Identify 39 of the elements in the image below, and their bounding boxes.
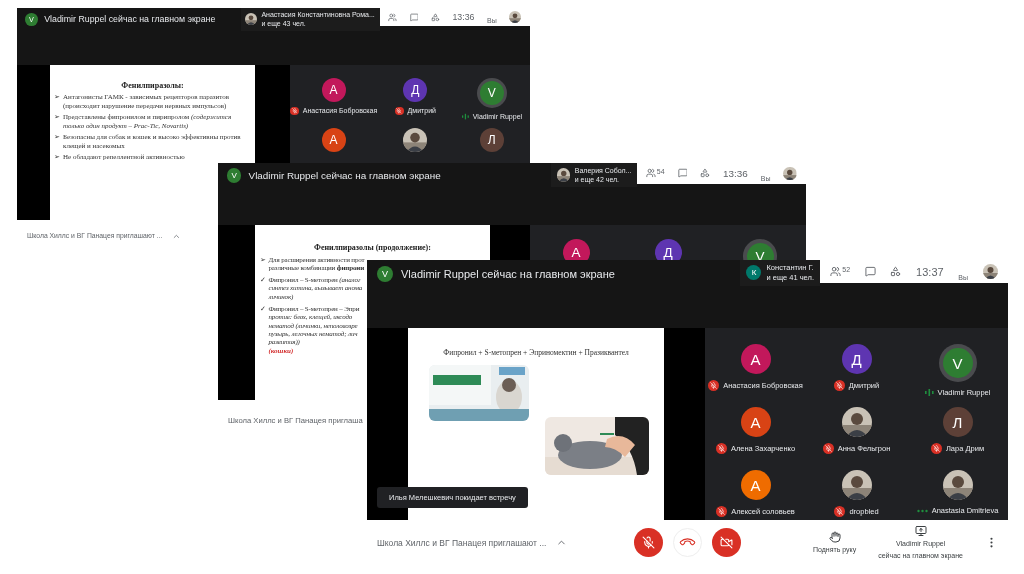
avatar: V [227,168,242,183]
avatar: А [740,407,771,437]
avatar: А [740,470,771,500]
presenting-text: Vladimir Ruppel сейчас на главном экране [248,170,441,182]
avatar: Д [841,344,872,374]
avatar: К [746,265,762,281]
avatar: Д [403,77,428,102]
camera-off-icon [720,536,733,549]
people-icon[interactable] [830,266,842,277]
clock-time: 13:36 [723,167,748,179]
avatar: А [321,77,346,102]
chat-icon[interactable] [677,168,688,179]
avatar: V [479,81,504,105]
camera-off-button[interactable] [712,528,741,557]
avatar: Л [942,407,973,437]
people-icon[interactable] [388,12,398,22]
slide-title: Фенилпиразолы (продолжение): [314,243,431,252]
avatar: А [740,344,771,374]
chat-icon[interactable] [864,266,876,277]
meeting-title[interactable]: Школа Хиллс и ВГ Панацея приглашают ... [377,537,547,548]
avatar: V [377,266,393,282]
mic-off-button[interactable] [634,528,663,557]
shapes-icon[interactable] [431,12,440,22]
avatar: V [942,348,973,378]
people-icon[interactable] [645,168,656,179]
slide-title: Фенилпиразолы: [121,81,184,90]
hand-icon [828,530,841,543]
hang-up-button[interactable] [673,528,702,557]
presenting-text: Vladimir Ruppel сейчас на главном экране [44,14,216,25]
clock-time: 13:37 [916,265,944,278]
shapes-icon[interactable] [700,168,711,179]
clock-time: 13:36 [452,12,475,23]
chat-icon[interactable] [409,12,419,22]
avatar: А [321,128,346,153]
avatar: Л [479,128,504,153]
shapes-icon[interactable] [890,266,902,277]
present-screen-icon [914,525,927,538]
presenting-text: Vladimir Ruppel сейчас на главном экране [401,268,615,280]
mic-off-icon [642,536,655,549]
